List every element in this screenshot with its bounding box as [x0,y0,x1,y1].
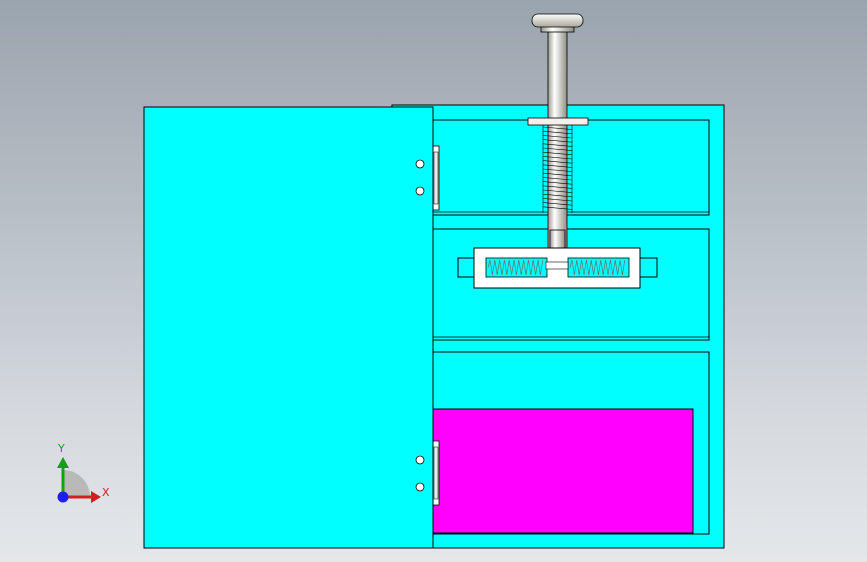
lower-shaft [549,229,566,251]
triad-y-label: Y [58,442,65,455]
hinge-pin-4 [415,482,425,492]
handwheel-knob[interactable] [531,13,584,28]
triad-arc [63,470,90,497]
triad-x-label: X [102,486,110,499]
triad-x-arrow-icon [91,491,101,503]
triad-z-origin-icon [57,491,69,503]
hinge-pin-1 [415,159,425,169]
shaft [547,29,568,251]
spring-rod-right-stub [638,257,658,278]
triad-y-arrow-icon [57,457,69,468]
coordinate-triad [57,457,101,503]
drawer[interactable] [431,408,694,534]
cad-viewport[interactable] [0,0,867,562]
spring-rod-left-stub [457,257,477,278]
hinge-pin-3 [415,455,425,465]
hinge-pin-2 [415,186,425,196]
spring-mechanism[interactable] [457,247,658,289]
door-panel[interactable] [143,106,434,549]
screw-nut [527,117,589,126]
